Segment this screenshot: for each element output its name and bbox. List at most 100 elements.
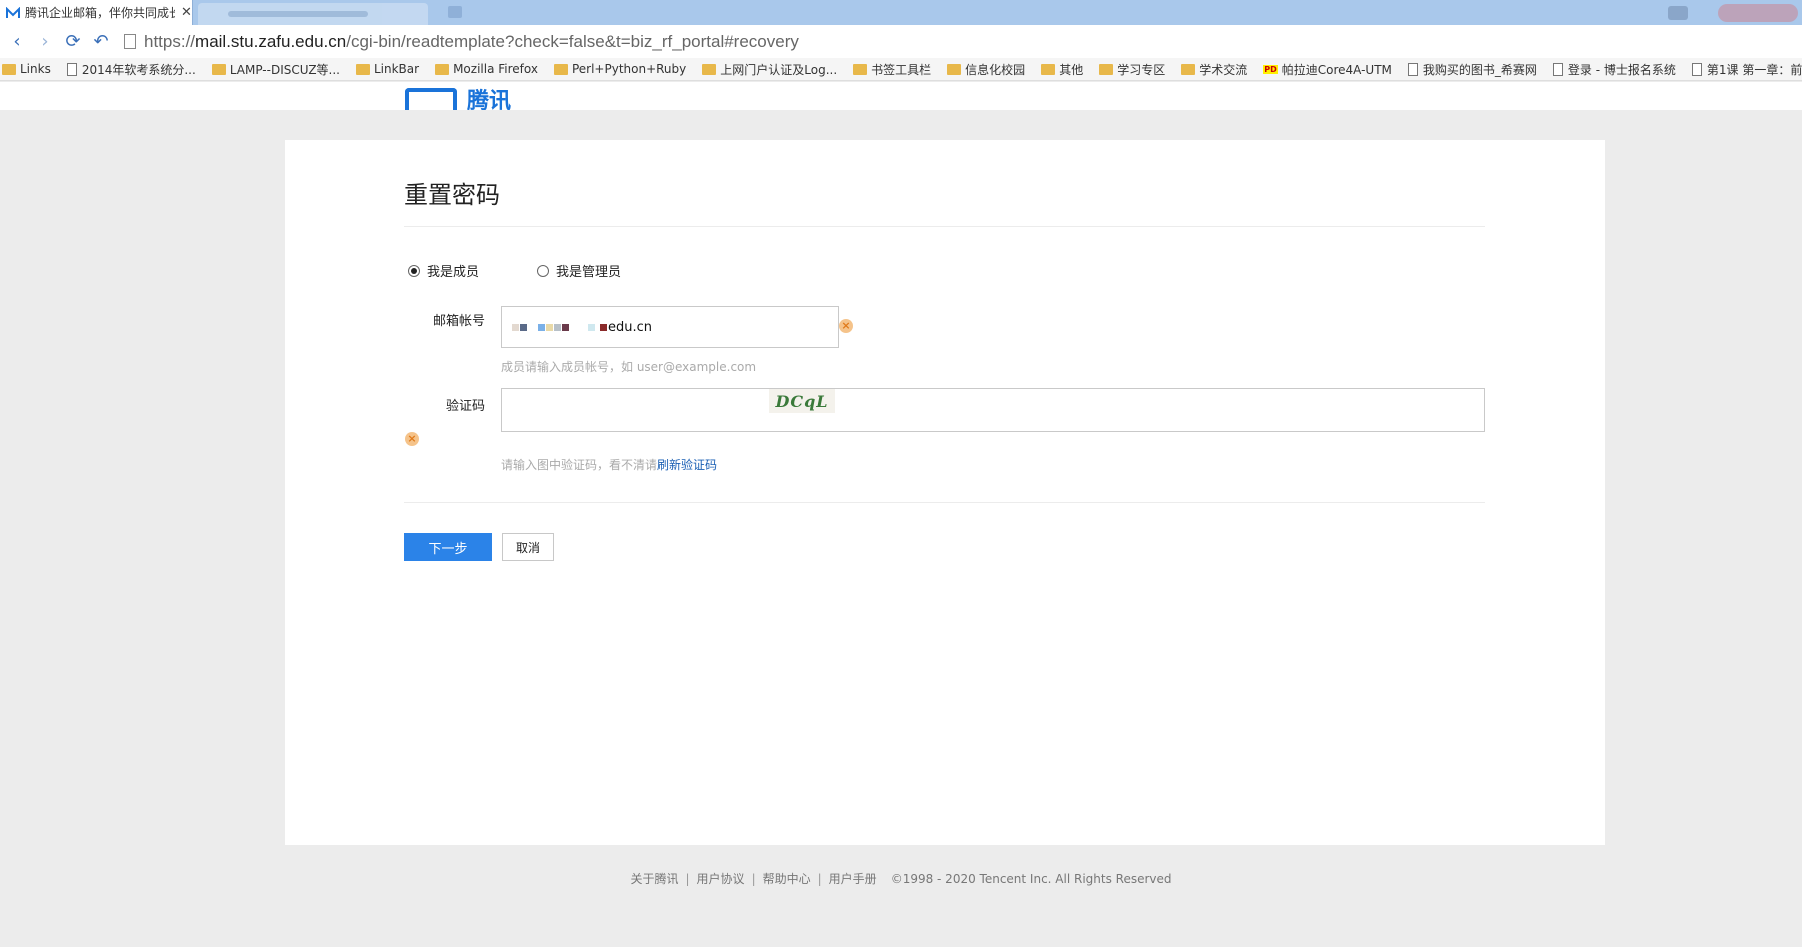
bookmark-item[interactable]: 登录 - 博士报名系统 bbox=[1552, 61, 1676, 78]
back-icon[interactable]: ‹ bbox=[6, 31, 28, 53]
bookmark-item[interactable]: 第1课 第一章：前 bbox=[1691, 61, 1802, 78]
bookmark-label: 学习专区 bbox=[1117, 62, 1166, 77]
refresh-captcha-link[interactable]: 刷新验证码 bbox=[657, 458, 717, 472]
form-divider bbox=[404, 502, 1485, 503]
captcha-hint: 请输入图中验证码，看不清请刷新验证码 bbox=[501, 456, 717, 473]
captcha-label: 验证码 bbox=[445, 399, 485, 414]
role-member-option[interactable]: 我是成员 bbox=[408, 261, 479, 280]
cancel-button[interactable]: 取消 bbox=[502, 533, 554, 561]
bookmark-label: 我购买的图书_希赛网 bbox=[1422, 62, 1537, 77]
email-input[interactable]: edu.cn bbox=[501, 306, 839, 348]
captcha-hint-text: 请输入图中验证码，看不清请 bbox=[501, 458, 658, 472]
redacted-pixel bbox=[600, 323, 607, 331]
bookmark-item[interactable]: Mozilla Firefox bbox=[435, 62, 538, 76]
folder-icon bbox=[553, 63, 568, 75]
bookmarks-bar: Links 2014年软考系统分... LAMP--DISCUZ等... LinkBa… bbox=[0, 58, 1802, 81]
bookmark-label: Mozilla Firefox bbox=[453, 62, 538, 76]
bookmark-item[interactable]: 我购买的图书_希赛网 bbox=[1407, 61, 1537, 78]
folder-icon bbox=[947, 63, 962, 75]
bookmark-label: 第1课 第一章：前 bbox=[1706, 62, 1802, 77]
undo-icon[interactable]: ↶ bbox=[90, 31, 112, 53]
folder-icon bbox=[211, 63, 226, 75]
bookmark-item[interactable]: 上网门户认证及Log... bbox=[702, 61, 837, 78]
footer-link-manual[interactable]: 用户手册 bbox=[829, 872, 877, 886]
reset-password-card bbox=[285, 140, 1605, 845]
email-value-suffix: edu.cn bbox=[608, 319, 653, 335]
footer-link-help[interactable]: 帮助中心 bbox=[763, 872, 811, 886]
page-header: 腾讯 bbox=[0, 82, 1802, 110]
bookmark-item[interactable]: Links bbox=[2, 62, 51, 76]
url-scheme: https:// bbox=[144, 31, 196, 51]
redacted-pixel bbox=[520, 323, 527, 331]
folder-icon bbox=[1181, 63, 1196, 75]
folder-icon bbox=[853, 63, 868, 75]
folder-icon bbox=[2, 63, 16, 75]
footer-separator: | bbox=[685, 872, 690, 886]
page-footer: 关于腾讯 | 用户协议 | 帮助中心 | 用户手册 ©1998 - 2020 Tencent … bbox=[0, 870, 1802, 887]
window-menu-icon[interactable] bbox=[1668, 6, 1688, 20]
bookmark-item[interactable]: 书签工具栏 bbox=[853, 61, 931, 78]
redacted-pixel bbox=[546, 323, 553, 331]
captcha-image[interactable]: DCqL bbox=[769, 389, 835, 413]
captcha-error-icon: × bbox=[405, 432, 419, 446]
folder-icon bbox=[1041, 63, 1056, 75]
bookmark-item[interactable]: 2014年软考系统分... bbox=[66, 61, 196, 78]
role-admin-label: 我是管理员 bbox=[556, 265, 622, 280]
bookmark-label: Links bbox=[20, 62, 51, 76]
blurred-tab-title bbox=[228, 11, 368, 17]
tencent-logo[interactable]: 腾讯 bbox=[405, 88, 511, 110]
bookmark-item[interactable]: LAMP--DISCUZ等... bbox=[211, 61, 340, 78]
folder-icon bbox=[355, 63, 370, 75]
url-field[interactable]: https://mail.stu.zafu.edu.cn/cgi-bin/rea… bbox=[144, 32, 799, 52]
bookmark-label: LinkBar bbox=[373, 62, 420, 76]
captcha-input[interactable] bbox=[501, 388, 1485, 432]
redacted-pixel bbox=[562, 323, 569, 331]
bookmark-item[interactable]: LinkBar bbox=[355, 62, 420, 76]
title-divider bbox=[404, 226, 1485, 227]
role-admin-radio[interactable] bbox=[537, 264, 549, 277]
redacted-pixel bbox=[588, 323, 595, 331]
tab-close-icon[interactable]: ✕ bbox=[181, 5, 192, 20]
refresh-icon[interactable]: ⟳ bbox=[62, 31, 84, 53]
browser-tabstrip: 腾讯企业邮箱，伴你共同成长 ✕ bbox=[0, 0, 1802, 25]
bookmark-item[interactable]: 学习专区 bbox=[1099, 61, 1165, 78]
page-icon bbox=[1407, 62, 1418, 76]
folder-icon bbox=[435, 63, 450, 75]
role-member-label: 我是成员 bbox=[427, 265, 480, 280]
bookmark-label: 学术交流 bbox=[1199, 62, 1248, 77]
tab-title: 腾讯企业邮箱，伴你共同成长 bbox=[25, 6, 175, 20]
page-icon bbox=[66, 62, 77, 76]
footer-link-about[interactable]: 关于腾讯 bbox=[630, 872, 678, 886]
bookmark-label: 信息化校园 bbox=[965, 62, 1026, 77]
footer-separator: | bbox=[817, 872, 822, 886]
bookmark-item[interactable]: 其他 bbox=[1041, 61, 1083, 78]
forward-icon[interactable]: › bbox=[34, 31, 56, 53]
bookmark-item[interactable]: 信息化校园 bbox=[947, 61, 1025, 78]
folder-icon bbox=[702, 63, 717, 75]
redacted-pixel bbox=[538, 323, 545, 331]
browser-tab-inactive[interactable] bbox=[198, 3, 428, 25]
browser-tab-active[interactable]: 腾讯企业邮箱，伴你共同成长 ✕ bbox=[0, 0, 193, 25]
tencent-logo-mark-icon bbox=[405, 88, 457, 110]
role-admin-option[interactable]: 我是管理员 bbox=[537, 261, 621, 280]
footer-copyright: ©1998 - 2020 Tencent Inc. All Rights Res… bbox=[890, 872, 1172, 886]
new-tab-icon[interactable] bbox=[448, 6, 462, 18]
bookmark-item[interactable]: PD 帕拉迪Core4A-UTM bbox=[1263, 61, 1392, 78]
logo-text: 腾讯 bbox=[467, 89, 512, 110]
bookmark-label: 帕拉迪Core4A-UTM bbox=[1281, 62, 1392, 77]
page-icon bbox=[124, 34, 136, 49]
tencent-mail-favicon-icon bbox=[6, 6, 20, 18]
bookmark-label: Perl+Python+Ruby bbox=[571, 62, 687, 76]
bookmark-item[interactable]: Perl+Python+Ruby bbox=[553, 62, 687, 76]
url-path: /cgi-bin/readtemplate?check=false&t=biz_… bbox=[346, 31, 799, 51]
bookmark-item[interactable]: 学术交流 bbox=[1181, 61, 1247, 78]
address-bar: ‹ › ⟳ ↶ https://mail.stu.zafu.edu.cn/cgi… bbox=[0, 25, 1802, 58]
bookmark-label: LAMP--DISCUZ等... bbox=[229, 62, 340, 77]
page-icon bbox=[1691, 62, 1702, 76]
footer-link-agreement[interactable]: 用户协议 bbox=[697, 872, 745, 886]
email-error-icon: × bbox=[839, 319, 853, 333]
window-controls[interactable] bbox=[1718, 4, 1798, 22]
next-step-button[interactable]: 下一步 bbox=[404, 533, 492, 561]
email-label: 邮箱帐号 bbox=[432, 314, 485, 329]
role-member-radio[interactable] bbox=[408, 264, 420, 277]
